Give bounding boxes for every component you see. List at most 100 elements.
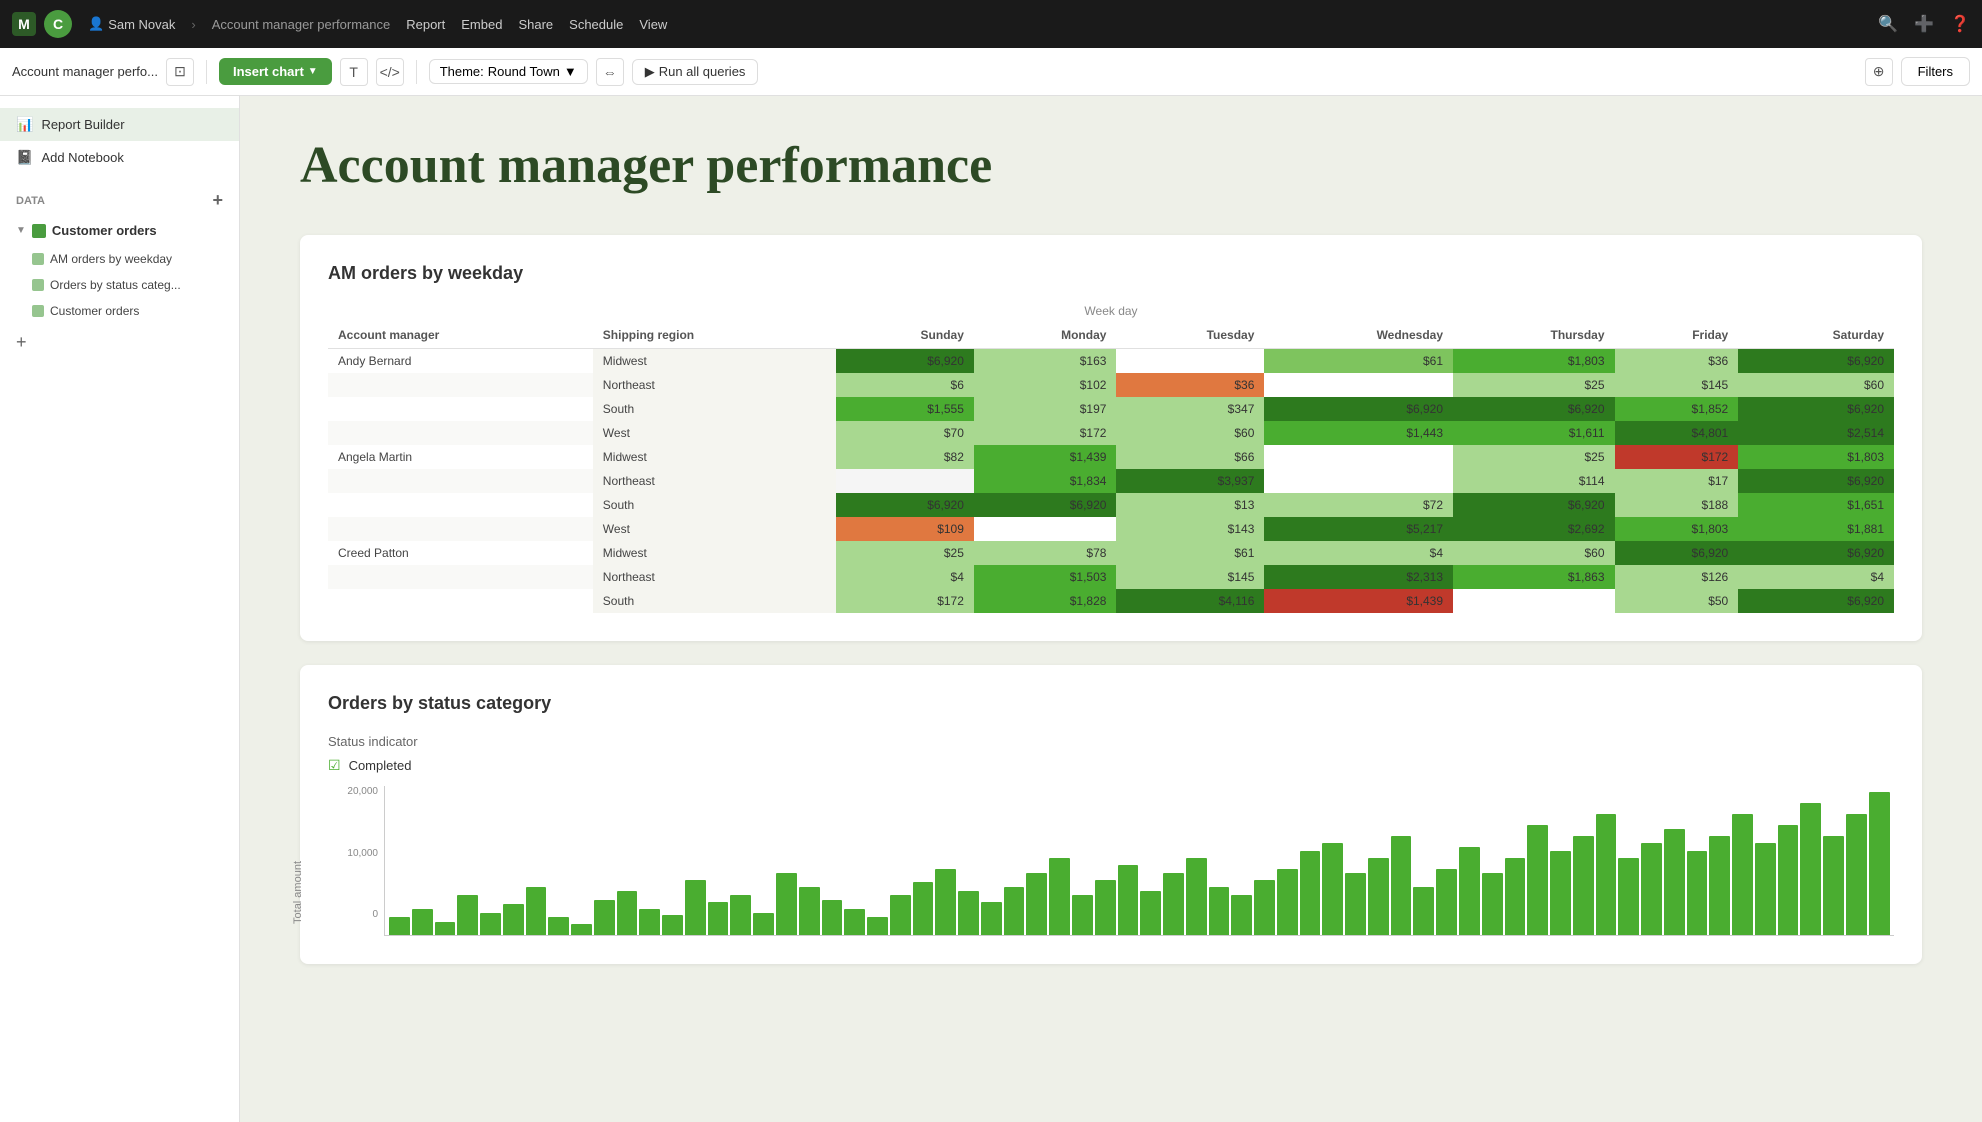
bar [1664,829,1685,935]
data-add-icon[interactable]: + [212,190,223,211]
add-icon[interactable]: ➕ [1914,14,1934,34]
nav-report[interactable]: Report [406,17,445,32]
bar [1823,836,1844,935]
cell-value: $102 [974,373,1117,397]
chart1-title: AM orders by weekday [328,263,1894,284]
bar [1482,873,1503,935]
cell-value: $6,920 [1453,397,1614,421]
nav-view[interactable]: View [639,17,667,32]
cell-value: $4,801 [1615,421,1739,445]
sub-item-label-1: AM orders by weekday [50,252,172,266]
toolbar-page-title: Account manager perfo... [12,64,158,79]
cell-value: $4 [836,565,974,589]
cell-region: Midwest [593,541,836,565]
y-axis-title: Total amount [292,861,304,924]
cell-value [1116,349,1264,374]
sidebar-sub-orders-status[interactable]: Orders by status categ... [0,272,239,298]
topbar-nav: Report Embed Share Schedule View [406,17,667,32]
sidebar-sub-customer-orders[interactable]: Customer orders [0,298,239,324]
bar [639,909,660,935]
table-row: Andy BernardMidwest$6,920$163$61$1,803$3… [328,349,1894,374]
cell-value: $2,514 [1738,421,1894,445]
bar [981,902,1002,935]
bar [1345,873,1366,935]
bar [1573,836,1594,935]
sidebar-sub-am-orders[interactable]: AM orders by weekday [0,246,239,272]
sidebar-add-notebook-label: Add Notebook [41,150,123,165]
status-label: Status indicator [328,734,1894,749]
bar [1118,865,1139,935]
insert-chart-button[interactable]: Insert chart ▼ [219,58,332,85]
cell-value: $1,803 [1615,517,1739,541]
cell-value: $1,651 [1738,493,1894,517]
main-layout: 📊 Report Builder 📓 Add Notebook DATA + ▼… [0,96,1982,1122]
sidebar-datasource[interactable]: ▼ Customer orders [0,215,239,246]
cell-value [974,517,1117,541]
search-icon[interactable]: 🔍 [1878,14,1898,34]
datasource-label: Customer orders [52,223,157,238]
cell-region: Midwest [593,349,836,374]
bar [776,873,797,935]
th-account-manager: Account manager [328,322,593,349]
workspace-logo[interactable]: M [12,12,36,36]
help-icon[interactable]: ❓ [1950,14,1970,34]
cell-value: $172 [974,421,1117,445]
heatmap-table: Account manager Shipping region Sunday M… [328,322,1894,613]
chart-card-am-orders: AM orders by weekday Week day Account ma… [300,235,1922,641]
report-builder-icon: 📊 [16,116,33,133]
y-label-10k: 10,000 [347,848,378,859]
theme-selector[interactable]: Theme: Round Town ▼ [429,59,588,84]
theme-caret: ▼ [564,64,577,79]
sub-item-label-3: Customer orders [50,304,139,318]
bar [1072,895,1093,935]
cell-value: $6,920 [1264,397,1453,421]
table-row: West$70$172$60$1,443$1,611$4,801$2,514 [328,421,1894,445]
toggle-sidebar-button[interactable]: ⊡ [166,58,194,86]
nav-share[interactable]: Share [518,17,553,32]
cell-value: $145 [1615,373,1739,397]
bar [1300,851,1321,935]
cell-value: $143 [1116,517,1264,541]
sidebar-add-item[interactable]: + [0,324,239,361]
cell-value: $6,920 [1615,541,1739,565]
cell-value: $1,834 [974,469,1117,493]
cell-value: $163 [974,349,1117,374]
cell-manager: Creed Patton [328,541,593,565]
cell-manager [328,373,593,397]
table-row: Northeast$1,834$3,937$114$17$6,920 [328,469,1894,493]
cell-value: $6,920 [974,493,1117,517]
cell-value: $172 [836,589,974,613]
filter-add-button[interactable]: ⊕ [1865,58,1893,86]
user-name: Sam Novak [108,17,175,32]
cell-value: $6,920 [1738,589,1894,613]
cell-value [1264,373,1453,397]
cell-value: $25 [1453,373,1614,397]
cell-value: $2,313 [1264,565,1453,589]
completed-check: ☑ [328,757,341,774]
sidebar-data-section: DATA + [0,174,239,215]
nav-schedule[interactable]: Schedule [569,17,623,32]
expand-button[interactable]: ⇔ [596,58,624,86]
user-menu[interactable]: 👤 Sam Novak [88,16,175,32]
code-button[interactable]: </> [376,58,404,86]
bar [1186,858,1207,935]
app-logo[interactable]: C [44,10,72,38]
y-label-20k: 20,000 [347,786,378,797]
cell-value: $61 [1264,349,1453,374]
bar [1846,814,1867,935]
bar [1505,858,1526,935]
run-queries-button[interactable]: ▶ Run all queries [632,59,759,85]
bar [844,909,865,935]
filters-button[interactable]: Filters [1901,57,1970,86]
bar [685,880,706,935]
cell-value [1264,469,1453,493]
bar [1391,836,1412,935]
nav-embed[interactable]: Embed [461,17,502,32]
sidebar-item-add-notebook[interactable]: 📓 Add Notebook [0,141,239,174]
sidebar-item-report-builder[interactable]: 📊 Report Builder [0,108,239,141]
cell-value [1453,589,1614,613]
cell-value: $60 [1116,421,1264,445]
cell-value: $36 [1116,373,1264,397]
text-button[interactable]: T [340,58,368,86]
bar [457,895,478,935]
